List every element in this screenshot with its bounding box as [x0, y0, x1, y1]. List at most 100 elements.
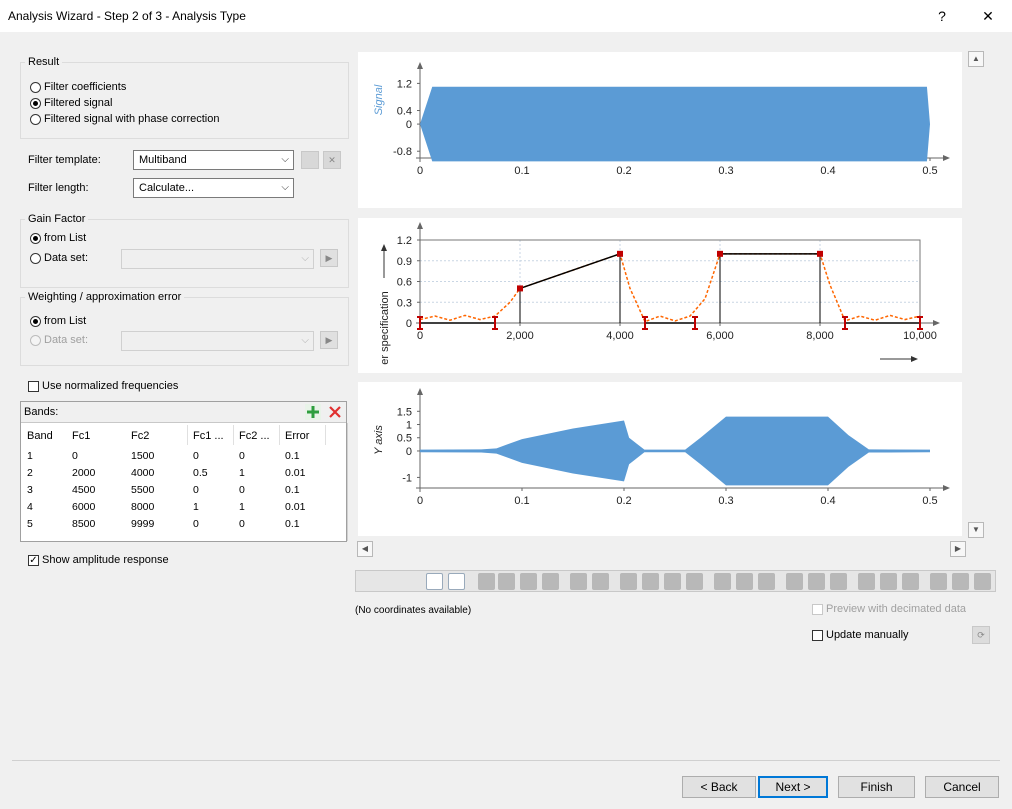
zoom-in-icon[interactable]	[808, 573, 825, 590]
scroll-left-icon[interactable]: ◀	[357, 541, 373, 557]
checkbox-label: Use normalized frequencies	[42, 380, 179, 392]
update-manually-checkbox[interactable]: Update manually	[812, 629, 909, 641]
preview-decimated-checkbox[interactable]: Preview with decimated data	[812, 603, 966, 615]
add-band-icon[interactable]	[305, 404, 321, 420]
checkbox-box: ✓	[28, 554, 39, 566]
x-label-arrow	[911, 356, 918, 362]
column-header-fc1[interactable]: Fc1	[72, 430, 90, 442]
annotate-2-icon[interactable]	[736, 573, 753, 590]
column-header-error[interactable]: Error	[285, 430, 309, 442]
gain-data-set-browse-icon[interactable]: ▶	[320, 249, 338, 267]
measure-2-icon[interactable]	[642, 573, 659, 590]
curve-3-icon[interactable]	[902, 573, 919, 590]
cell-fc2: 1500	[131, 450, 155, 462]
y-tick-label: 0.5	[397, 433, 412, 445]
cell-fc1-gain: 0	[193, 450, 199, 462]
template-properties-icon[interactable]	[301, 151, 319, 169]
cell-fc2-gain: 0	[239, 450, 245, 462]
column-header-fc2-gain[interactable]: Fc2 ...	[239, 430, 270, 442]
column-header-fc1-gain[interactable]: Fc1 ...	[193, 430, 224, 442]
curve-2-icon[interactable]	[880, 573, 897, 590]
refresh-icon[interactable]: ⟳	[972, 626, 990, 644]
table-row[interactable]: 1 0 1500 0 0 0.1	[21, 450, 341, 467]
move-icon[interactable]	[592, 573, 609, 590]
zoom-icon[interactable]	[786, 573, 803, 590]
cell-fc1: 2000	[72, 467, 96, 479]
scroll-up-icon[interactable]: ▲	[968, 51, 984, 67]
scroll-right-icon[interactable]: ▶	[950, 541, 966, 557]
rotate-left-icon[interactable]	[478, 573, 495, 590]
template-delete-icon[interactable]: ✕	[323, 151, 341, 169]
signal-chart[interactable]: 0 0.1 0.2 0.3 0.4 0.51.20.40-0.8Signal	[358, 52, 962, 208]
filtered-signal-chart[interactable]: 0 0.1 0.2 0.3 0.4 0.51.510.50-1Y axis	[358, 382, 962, 536]
stop-icon[interactable]	[542, 573, 559, 590]
weighting-radio-data-set[interactable]: Data set:	[30, 334, 88, 346]
cell-fc1-gain: 0.5	[193, 467, 208, 479]
spec-marker	[717, 250, 723, 257]
table-row[interactable]: 3 4500 5500 0 0 0.1	[21, 484, 341, 501]
y-tick-label: 0.6	[397, 277, 412, 289]
filter-template-value: Multiband	[139, 154, 187, 166]
cancel-button[interactable]: Cancel	[925, 776, 999, 798]
x-tick-label: 0.3	[718, 165, 733, 177]
measure-3-icon[interactable]	[664, 573, 681, 590]
bands-table[interactable]: Bands: Band Fc1 Fc2 Fc1 ... Fc2 ... Erro…	[20, 401, 348, 542]
measure-icon[interactable]	[620, 573, 637, 590]
cell-fc1-gain: 0	[193, 484, 199, 496]
gain-radio-data-set[interactable]: Data set:	[30, 252, 88, 264]
back-button[interactable]: < Back	[682, 776, 756, 798]
finish-button[interactable]: Finish	[838, 776, 915, 798]
table-row[interactable]: 4 6000 8000 1 1 0.01	[21, 501, 341, 518]
help-button[interactable]: ?	[930, 4, 954, 28]
close-button[interactable]: ✕	[976, 4, 1000, 28]
pan-icon[interactable]	[570, 573, 587, 590]
curve-icon[interactable]	[858, 573, 875, 590]
column-header-fc2[interactable]: Fc2	[131, 430, 149, 442]
y-tick-label: 0	[406, 446, 412, 458]
y-tick-label: 1.2	[397, 78, 412, 90]
trend-icon[interactable]	[930, 573, 947, 590]
rotate-right-icon[interactable]	[498, 573, 515, 590]
cursor-tool-icon[interactable]	[426, 573, 443, 590]
y-tick-label: -0.8	[393, 146, 412, 158]
annotate-icon[interactable]	[714, 573, 731, 590]
normalized-frequencies-checkbox[interactable]: Use normalized frequencies	[28, 380, 178, 392]
cell-band: 4	[27, 501, 33, 513]
trend-2-icon[interactable]	[952, 573, 969, 590]
measure-4-icon[interactable]	[686, 573, 703, 590]
fit-view-icon[interactable]	[448, 573, 465, 590]
y-axis-arrow	[417, 388, 423, 395]
radio-label: Filtered signal	[44, 97, 113, 109]
gain-radio-from-list[interactable]: from List	[30, 232, 86, 244]
cell-fc1: 8500	[72, 518, 96, 530]
cell-fc1: 4500	[72, 484, 96, 496]
zoom-out-icon[interactable]	[830, 573, 847, 590]
approximation-line	[419, 252, 921, 323]
weighting-data-set-browse-icon[interactable]: ▶	[320, 331, 338, 349]
filter-template-combo[interactable]: Multiband ⌵	[133, 150, 294, 170]
trend-3-icon[interactable]	[974, 573, 991, 590]
gain-data-set-combo[interactable]: ⌵	[121, 249, 314, 269]
select-icon[interactable]	[520, 573, 537, 590]
column-header-band[interactable]: Band	[27, 430, 53, 442]
scroll-down-icon[interactable]: ▼	[968, 522, 984, 538]
show-amplitude-checkbox[interactable]: ✓ Show amplitude response	[28, 554, 169, 566]
weighting-radio-from-list[interactable]: from List	[30, 315, 86, 327]
x-axis-arrow	[943, 155, 950, 161]
horizontal-scrollbar[interactable]: ◀ ▶	[356, 540, 966, 558]
table-row[interactable]: 2 2000 4000 0.5 1 0.01	[21, 467, 341, 484]
filter-length-combo[interactable]: Calculate... ⌵	[133, 178, 294, 198]
weighting-data-set-combo[interactable]: ⌵	[121, 331, 314, 351]
table-row[interactable]: 5 8500 9999 0 0 0.1	[21, 518, 341, 535]
next-button[interactable]: Next >	[758, 776, 828, 798]
radio-filter-coefficients[interactable]: Filter coefficients	[30, 81, 126, 93]
radio-filtered-signal[interactable]: Filtered signal	[30, 97, 112, 109]
radio-filtered-signal-phase[interactable]: Filtered signal with phase correction	[30, 113, 219, 125]
annotate-3-icon[interactable]	[758, 573, 775, 590]
delete-band-icon[interactable]	[327, 404, 343, 420]
x-tick-label: 0	[417, 495, 423, 507]
vertical-scrollbar[interactable]: ▲ ▼	[962, 50, 984, 540]
specification-chart[interactable]: 0 2,000 4,000 6,000 8,000 10,000 1.2 0.9 0.6 0.3 0…	[358, 218, 962, 373]
gain-factor-label: Gain Factor	[25, 213, 89, 225]
y-tick-label: 1.5	[397, 406, 412, 418]
